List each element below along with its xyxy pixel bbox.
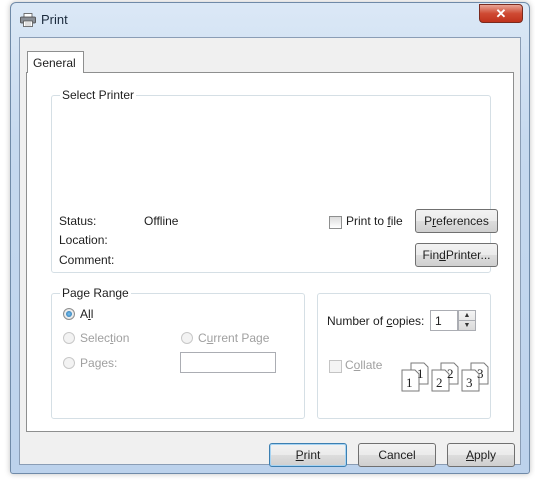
pages-input[interactable] (180, 352, 276, 373)
select-printer-title: Select Printer (60, 88, 137, 102)
dialog-client-area: General Select Printer Status: Offline L… (19, 37, 521, 467)
copies-group: Number of copies: 1 ▲ ▼ Collate 1 1 2 2 … (317, 293, 491, 419)
tab-general-label: General (33, 56, 76, 70)
title-bar[interactable]: Print ✕ (11, 3, 529, 37)
selection-label[interactable]: Selection (80, 331, 129, 345)
apply-button[interactable]: Apply (447, 443, 515, 467)
window-title: Print (41, 12, 68, 27)
print-button[interactable]: Print (269, 443, 347, 467)
printer-icon (20, 13, 36, 27)
collate-pages-icon-2: 2 2 (430, 362, 460, 392)
spin-up-icon[interactable]: ▲ (459, 311, 475, 321)
collate-page-number: 1 (417, 366, 424, 381)
collate-page-number: 1 (406, 375, 413, 390)
page-range-title: Page Range (60, 286, 131, 300)
general-tab-panel: Select Printer Status: Offline Location:… (26, 72, 514, 432)
current-page-label[interactable]: Current Page (198, 331, 269, 345)
print-to-file-checkbox[interactable] (329, 216, 342, 229)
all-radio[interactable] (63, 308, 75, 320)
copies-input[interactable]: 1 (430, 310, 458, 331)
cancel-button[interactable]: Cancel (358, 443, 436, 467)
preferences-button[interactable]: Pr eferences (415, 209, 498, 233)
copies-spinner[interactable]: ▲ ▼ (458, 310, 476, 331)
collate-pages-icon-1: 1 1 (400, 362, 430, 392)
collate-page-number: 2 (447, 366, 454, 381)
pages-radio[interactable] (63, 357, 75, 369)
status-label: Status: (59, 214, 97, 228)
page-range-group: Page Range All Selection Current Page Pa… (51, 286, 305, 419)
spin-down-icon[interactable]: ▼ (459, 321, 475, 330)
collate-page-number: 2 (436, 375, 443, 390)
selection-radio[interactable] (63, 332, 75, 344)
collate-pages-icon-3: 3 3 (460, 362, 490, 392)
status-value: Offline (144, 214, 179, 228)
collate-page-number: 3 (466, 375, 473, 390)
collate-label[interactable]: Collate (345, 358, 382, 372)
print-to-file-label[interactable]: Print to file (346, 214, 403, 228)
pages-label[interactable]: Pages: (80, 356, 117, 370)
close-icon: ✕ (495, 6, 507, 21)
number-of-copies-label: Number of copies: (327, 314, 425, 328)
location-label: Location: (59, 233, 108, 247)
find-printer-button[interactable]: Fin d Printer... (415, 243, 498, 267)
current-page-radio[interactable] (181, 332, 193, 344)
select-printer-group: Select Printer Status: Offline Location:… (51, 88, 498, 273)
collate-checkbox[interactable] (329, 360, 342, 373)
comment-label: Comment: (59, 253, 115, 267)
tab-general[interactable]: General (27, 51, 84, 73)
close-button[interactable]: ✕ (479, 4, 523, 23)
collate-page-number: 3 (477, 366, 484, 381)
all-label[interactable]: All (80, 307, 93, 321)
print-dialog-window: Print ✕ General Select Printer Status: O… (10, 2, 530, 474)
